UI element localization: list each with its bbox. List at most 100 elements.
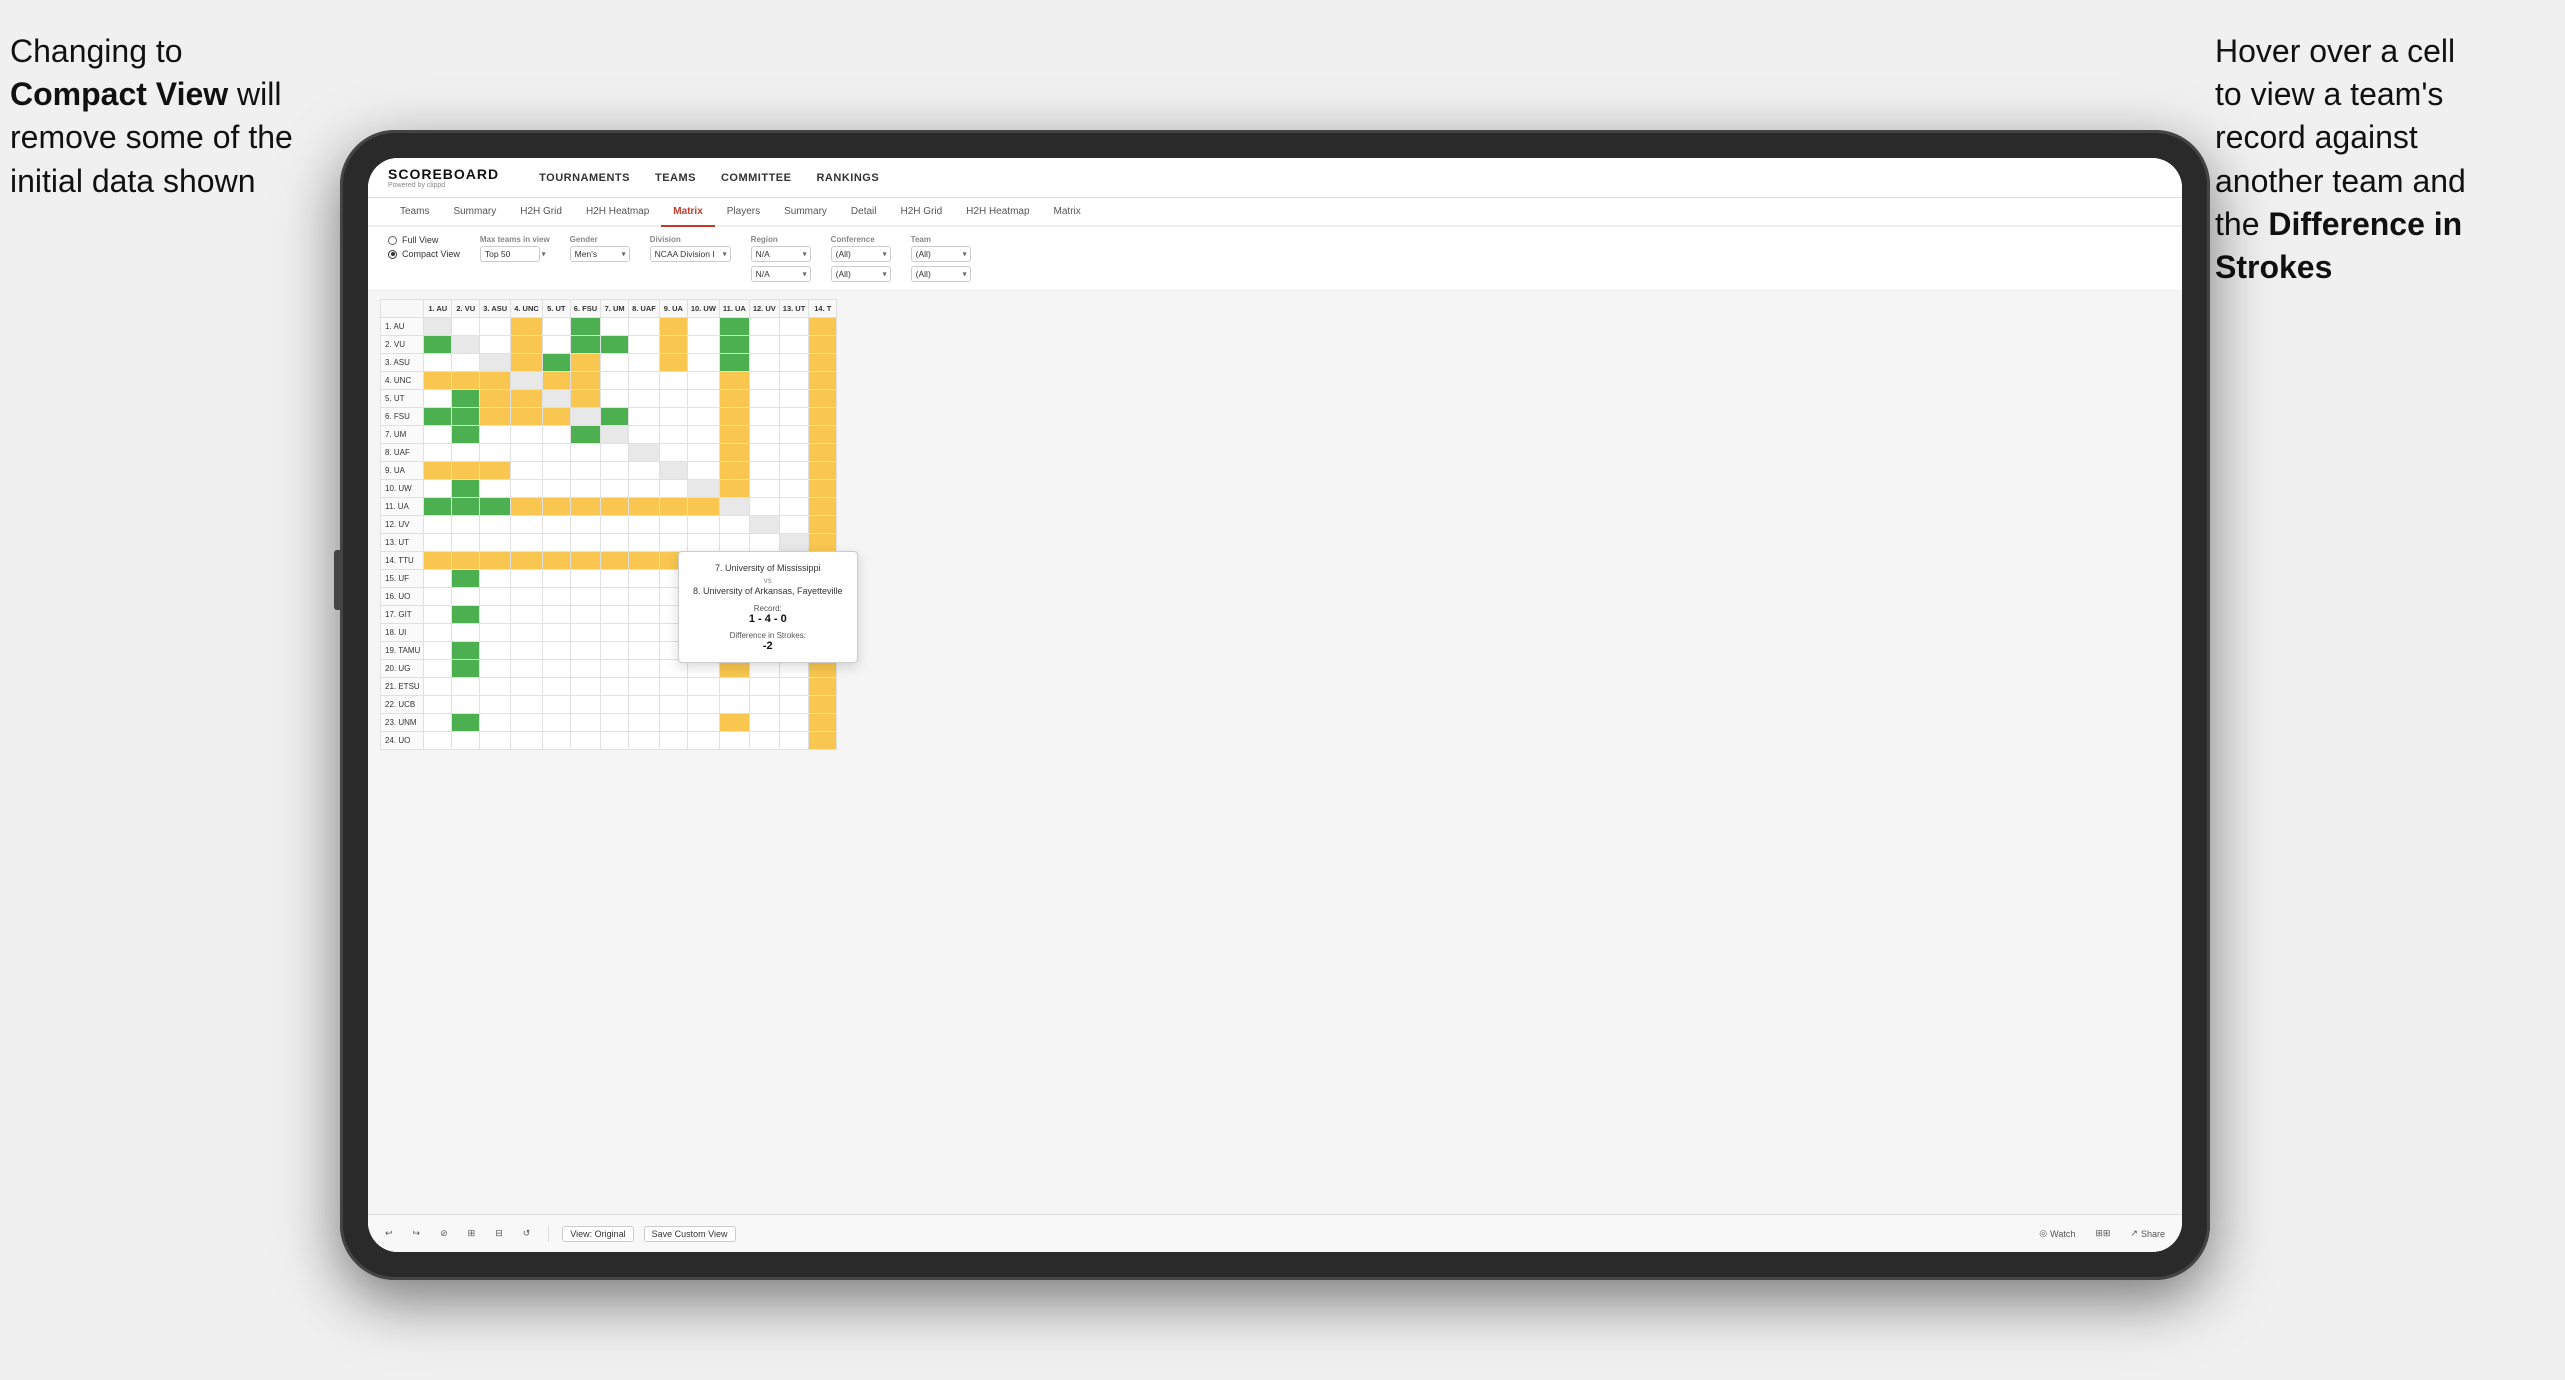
matrix-cell[interactable] <box>570 480 600 498</box>
matrix-cell[interactable] <box>749 516 779 534</box>
matrix-cell[interactable] <box>542 678 570 696</box>
matrix-cell[interactable] <box>424 660 452 678</box>
filter-max-teams-select[interactable]: Top 50 <box>480 246 540 262</box>
matrix-cell[interactable] <box>480 696 511 714</box>
matrix-cell[interactable] <box>601 498 629 516</box>
matrix-cell[interactable] <box>424 318 452 336</box>
tab-h2h-grid2[interactable]: H2H Grid <box>888 198 954 227</box>
matrix-cell[interactable] <box>659 678 687 696</box>
matrix-cell[interactable] <box>542 570 570 588</box>
matrix-cell[interactable] <box>601 426 629 444</box>
matrix-cell[interactable] <box>809 498 837 516</box>
matrix-cell[interactable] <box>809 714 837 732</box>
toolbar-grid[interactable]: ⊞⊞ <box>2090 1226 2115 1241</box>
matrix-cell[interactable] <box>719 714 749 732</box>
matrix-cell[interactable] <box>511 372 543 390</box>
matrix-cell[interactable] <box>629 408 660 426</box>
matrix-cell[interactable] <box>452 696 480 714</box>
matrix-cell[interactable] <box>542 696 570 714</box>
tab-matrix2[interactable]: Matrix <box>1042 198 1093 227</box>
matrix-cell[interactable] <box>511 426 543 444</box>
matrix-cell[interactable] <box>480 624 511 642</box>
matrix-cell[interactable] <box>687 336 719 354</box>
matrix-cell[interactable] <box>424 336 452 354</box>
matrix-cell[interactable] <box>542 516 570 534</box>
matrix-cell[interactable] <box>629 696 660 714</box>
matrix-cell[interactable] <box>749 480 779 498</box>
matrix-cell[interactable] <box>629 660 660 678</box>
matrix-cell[interactable] <box>629 606 660 624</box>
matrix-cell[interactable] <box>629 552 660 570</box>
nav-tournaments[interactable]: TOURNAMENTS <box>539 168 630 188</box>
toolbar-zoom-in[interactable]: ⊞ <box>463 1226 481 1241</box>
matrix-cell[interactable] <box>659 696 687 714</box>
matrix-cell[interactable] <box>511 462 543 480</box>
matrix-cell[interactable] <box>779 516 809 534</box>
matrix-cell[interactable] <box>511 480 543 498</box>
matrix-cell[interactable] <box>511 318 543 336</box>
matrix-cell[interactable] <box>601 732 629 750</box>
nav-teams[interactable]: TEAMS <box>655 168 696 188</box>
matrix-cell[interactable] <box>424 606 452 624</box>
nav-rankings[interactable]: RANKINGS <box>816 168 879 188</box>
matrix-cell[interactable] <box>570 642 600 660</box>
matrix-cell[interactable] <box>480 714 511 732</box>
matrix-cell[interactable] <box>601 552 629 570</box>
matrix-cell[interactable] <box>480 606 511 624</box>
matrix-cell[interactable] <box>749 318 779 336</box>
matrix-cell[interactable] <box>542 462 570 480</box>
matrix-cell[interactable] <box>687 354 719 372</box>
matrix-cell[interactable] <box>570 372 600 390</box>
matrix-cell[interactable] <box>480 588 511 606</box>
matrix-cell[interactable] <box>542 498 570 516</box>
matrix-cell[interactable] <box>629 588 660 606</box>
matrix-cell[interactable] <box>601 696 629 714</box>
matrix-cell[interactable] <box>452 354 480 372</box>
matrix-cell[interactable] <box>809 534 837 552</box>
matrix-cell[interactable] <box>424 624 452 642</box>
filter-gender-select[interactable]: Men's <box>570 246 630 262</box>
matrix-cell[interactable] <box>719 516 749 534</box>
matrix-cell[interactable] <box>629 462 660 480</box>
matrix-cell[interactable] <box>480 462 511 480</box>
matrix-cell[interactable] <box>570 318 600 336</box>
matrix-cell[interactable] <box>542 372 570 390</box>
matrix-cell[interactable] <box>570 552 600 570</box>
matrix-cell[interactable] <box>424 570 452 588</box>
matrix-cell[interactable] <box>480 426 511 444</box>
matrix-cell[interactable] <box>570 606 600 624</box>
filter-team-select2[interactable]: (All) <box>911 266 971 282</box>
matrix-cell[interactable] <box>452 642 480 660</box>
matrix-cell[interactable] <box>480 408 511 426</box>
matrix-cell[interactable] <box>629 426 660 444</box>
filter-region-select2[interactable]: N/A <box>751 266 811 282</box>
matrix-cell[interactable] <box>452 372 480 390</box>
matrix-cell[interactable] <box>719 732 749 750</box>
radio-compact-view[interactable]: Compact View <box>388 249 460 259</box>
matrix-cell[interactable] <box>809 390 837 408</box>
matrix-cell[interactable] <box>629 444 660 462</box>
matrix-cell[interactable] <box>719 408 749 426</box>
matrix-cell[interactable] <box>809 732 837 750</box>
toolbar-view-original[interactable]: View: Original <box>562 1226 633 1242</box>
matrix-cell[interactable] <box>659 498 687 516</box>
matrix-cell[interactable] <box>601 714 629 732</box>
matrix-cell[interactable] <box>659 426 687 444</box>
matrix-cell[interactable] <box>601 354 629 372</box>
matrix-cell[interactable] <box>659 534 687 552</box>
matrix-cell[interactable] <box>749 732 779 750</box>
matrix-cell[interactable] <box>570 534 600 552</box>
matrix-cell[interactable] <box>424 480 452 498</box>
matrix-cell[interactable] <box>511 696 543 714</box>
matrix-cell[interactable] <box>687 318 719 336</box>
matrix-cell[interactable] <box>511 336 543 354</box>
matrix-cell[interactable] <box>809 678 837 696</box>
matrix-cell[interactable] <box>629 624 660 642</box>
matrix-cell[interactable] <box>570 390 600 408</box>
matrix-cell[interactable] <box>480 354 511 372</box>
matrix-cell[interactable] <box>452 570 480 588</box>
matrix-cell[interactable] <box>601 462 629 480</box>
matrix-cell[interactable] <box>424 408 452 426</box>
matrix-cell[interactable] <box>452 660 480 678</box>
matrix-cell[interactable] <box>629 570 660 588</box>
